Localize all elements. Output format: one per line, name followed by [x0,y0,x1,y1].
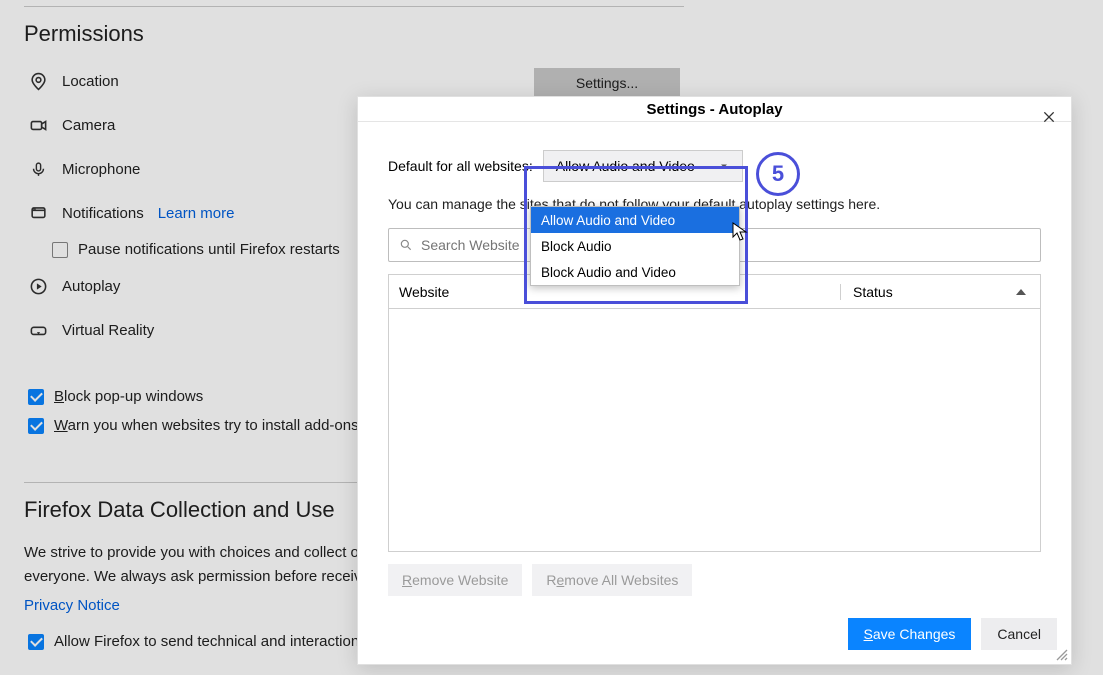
divider [24,6,684,7]
dialog-body: Default for all websites: Allow Audio an… [358,122,1071,606]
search-icon [399,238,413,252]
vr-icon [28,320,48,340]
column-status[interactable]: Status [840,284,1040,300]
autoplay-icon [28,276,48,296]
notifications-label: Notifications [62,205,144,222]
microphone-label: Microphone [62,161,140,178]
default-select[interactable]: Allow Audio and Video [543,150,743,182]
autoplay-settings-dialog: Settings - Autoplay Default for all webs… [357,96,1072,665]
dialog-header: Settings - Autoplay [358,97,1071,122]
remove-website-button[interactable]: Remove Website [388,564,522,596]
checkbox-checked-icon[interactable] [28,418,44,434]
annotation-step-circle: 5 [756,152,800,196]
notifications-learn-more-link[interactable]: Learn more [158,205,235,222]
default-select-dropdown: Allow Audio and Video Block Audio Block … [530,206,740,286]
checkbox-checked-icon[interactable] [28,389,44,405]
website-table-body [388,308,1041,552]
select-value: Allow Audio and Video [556,158,695,174]
dropdown-option-block-av[interactable]: Block Audio and Video [531,259,739,285]
chevron-down-icon [718,160,730,172]
checkbox-checked-icon[interactable] [28,634,44,650]
privacy-notice-link[interactable]: Privacy Notice [24,597,120,614]
warn-addons-label: Warn you when websites try to install ad… [54,417,359,434]
vr-label: Virtual Reality [62,322,154,339]
block-popups-label: Block pop-up windows [54,388,203,405]
remove-button-row: Remove Website Remove All Websites [388,564,1041,596]
sort-asc-icon [1016,289,1026,295]
remove-all-websites-button[interactable]: Remove All Websites [532,564,692,596]
default-label: Default for all websites: [388,158,533,174]
dropdown-option-allow-av[interactable]: Allow Audio and Video [531,207,739,233]
autoplay-label: Autoplay [62,278,120,295]
microphone-icon [28,159,48,179]
location-label: Location [62,73,119,90]
camera-icon [28,115,48,135]
location-icon [28,71,48,91]
notifications-icon [28,203,48,223]
cancel-button[interactable]: Cancel [981,618,1057,650]
checkbox-unchecked-icon[interactable] [52,242,68,258]
resize-grip-icon[interactable] [1055,648,1069,662]
dialog-footer: Save Changes Cancel [358,606,1071,664]
dropdown-option-block-audio[interactable]: Block Audio [531,233,739,259]
annotation-number: 5 [772,161,784,187]
permissions-heading: Permissions [24,21,1103,47]
dialog-title: Settings - Autoplay [646,101,782,118]
pause-notifications-label: Pause notifications until Firefox restar… [78,241,340,258]
settings-button[interactable]: Settings... [534,68,680,98]
save-changes-button[interactable]: Save Changes [848,618,972,650]
camera-label: Camera [62,117,115,134]
default-setting-row: Default for all websites: Allow Audio an… [388,150,1041,182]
